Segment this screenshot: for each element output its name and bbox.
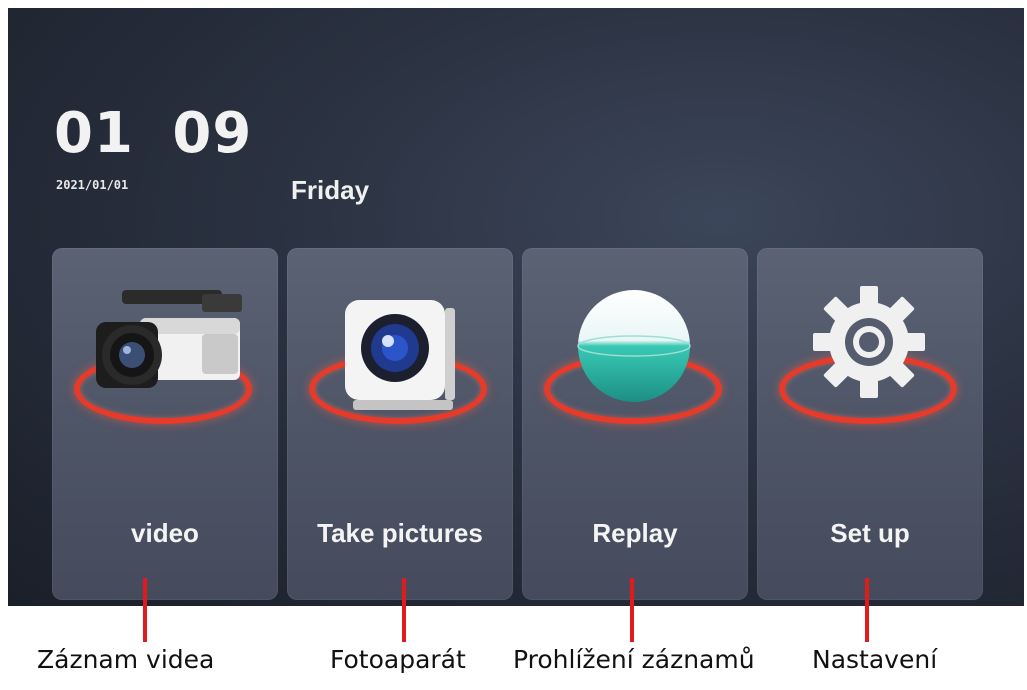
- callout-line: [865, 578, 869, 642]
- callout-line: [402, 578, 406, 642]
- tile-take-pictures[interactable]: Take pictures: [287, 248, 513, 600]
- tile-set-up[interactable]: Set up: [757, 248, 983, 600]
- video-camera-icon: [96, 290, 242, 388]
- replay-sphere-icon: [577, 290, 691, 402]
- gear-icon: [813, 286, 925, 398]
- tile-label: video: [131, 518, 199, 548]
- caption-settings: Nastavení: [812, 645, 938, 674]
- tile-replay[interactable]: Replay: [522, 248, 748, 600]
- tile-label: Replay: [592, 518, 678, 548]
- callout-line: [630, 578, 634, 642]
- device-screen: 01 09 2021/01/01 Friday video Take pictu…: [8, 8, 1024, 606]
- tile-label: Set up: [830, 518, 910, 548]
- camera-icon: [345, 300, 455, 410]
- clock-time: 01 09: [54, 101, 253, 166]
- caption-camera: Fotoaparát: [330, 645, 466, 674]
- clock-date: 2021/01/01: [56, 178, 129, 192]
- tile-video[interactable]: video: [52, 248, 278, 600]
- tile-label: Take pictures: [317, 518, 483, 548]
- caption-browse-recordings: Prohlížení záznamů: [513, 645, 755, 674]
- caption-video-recording: Záznam videa: [37, 645, 215, 674]
- clock-weekday: Friday: [291, 175, 370, 205]
- callout-line: [143, 578, 147, 642]
